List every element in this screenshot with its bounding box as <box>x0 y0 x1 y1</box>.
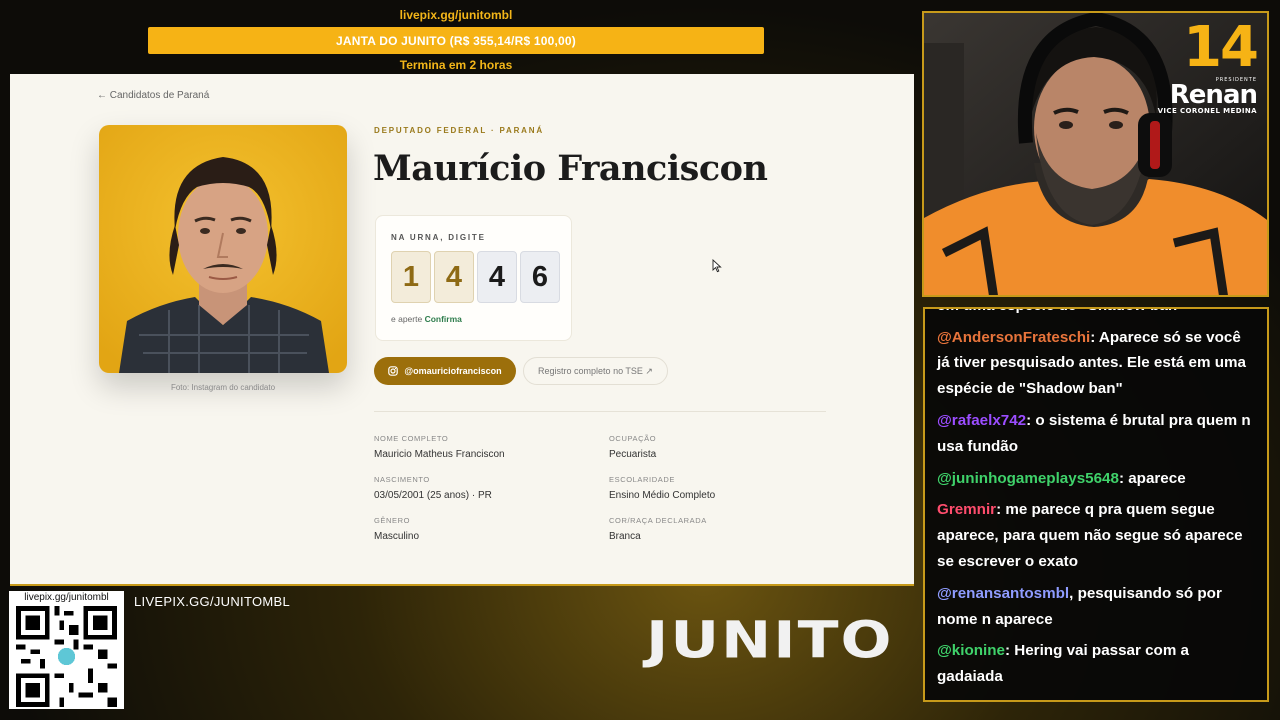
field-escolaridade: ESCOLARIDADE Ensino Médio Completo <box>609 475 715 501</box>
chat-message: @rafaelx742: o sistema é brutal pra quem… <box>937 408 1255 460</box>
field-label: ESCOLARIDADE <box>609 475 675 484</box>
ballot-digits: 1 4 4 6 <box>391 251 560 303</box>
mouse-cursor-icon <box>712 259 722 273</box>
field-label: GÊNERO <box>374 516 411 525</box>
ballot-card: NA URNA, DIGITE 1 4 4 6 e aperte Confirm… <box>375 215 572 341</box>
field-label: NASCIMENTO <box>374 475 430 484</box>
campaign-vice: VICE CORONEL MEDINA <box>1157 107 1257 115</box>
webcam-feed: 14 PRESIDENTE Renan VICE CORONEL MEDINA <box>922 11 1269 297</box>
chat-text: em uma espécie de "Shadow ban" <box>937 309 1184 314</box>
donation-goal-bar: JANTA DO JUNITO (R$ 355,14/R$ 100,00) <box>148 27 764 54</box>
ballot-digit: 4 <box>434 251 474 303</box>
field-nascimento: NASCIMENTO 03/05/2001 (25 anos) · PR <box>374 475 492 501</box>
candidate-photo <box>99 125 347 373</box>
ballot-digit: 1 <box>391 251 431 303</box>
back-link[interactable]: ← Candidatos de Paraná <box>97 90 209 101</box>
chat-username[interactable]: @rafaelx742 <box>937 412 1026 429</box>
campaign-number: 14 <box>1183 15 1259 80</box>
channel-logo: JUNITO <box>646 610 894 671</box>
candidate-name: Maurício Franciscon <box>373 148 768 189</box>
field-value: Pecuarista <box>609 449 657 460</box>
qr-url-label: livepix.gg/junitombl <box>24 592 109 603</box>
tse-registry-button[interactable]: Registro completo no TSE ↗ <box>523 357 668 385</box>
candidate-page: ← Candidatos de Paraná Foto: Instagram d… <box>10 74 914 586</box>
ballot-digit: 6 <box>520 251 560 303</box>
confirm-instruction: e aperte Confirma <box>391 314 462 324</box>
instagram-icon <box>388 366 399 376</box>
field-label: COR/RAÇA DECLARADA <box>609 516 707 525</box>
campaign-overlay: 14 PRESIDENTE Renan VICE CORONEL MEDINA <box>1157 15 1259 116</box>
field-value: 03/05/2001 (25 anos) · PR <box>374 490 492 501</box>
confirm-prefix: e aperte <box>391 314 423 324</box>
chat-message: @AndersonFrateschi: Aparece só se você j… <box>937 325 1255 402</box>
instagram-handle: @omauriciofranciscon <box>404 366 502 376</box>
confirm-word: Confirma <box>424 314 462 324</box>
chat-username[interactable]: Gremnir <box>937 501 996 518</box>
field-nome-completo: NOME COMPLETO Mauricio Matheus Francisco… <box>374 434 505 460</box>
chat-messages: em uma espécie de "Shadow ban" @AndersonF… <box>937 309 1255 690</box>
chat-message: @kionine: Hering vai passar com a gadaia… <box>937 638 1255 690</box>
chat-panel: em uma espécie de "Shadow ban" @AndersonF… <box>923 307 1269 702</box>
instagram-button[interactable]: @omauriciofranciscon <box>374 357 516 385</box>
chat-username[interactable]: @AndersonFrateschi <box>937 329 1090 346</box>
field-value: Ensino Médio Completo <box>609 490 716 501</box>
field-label: NOME COMPLETO <box>374 434 449 443</box>
candidate-role: DEPUTADO FEDERAL · PARANÁ <box>374 126 544 135</box>
chat-username[interactable]: @juninhogameplays5648 <box>937 470 1119 487</box>
field-value: Mauricio Matheus Franciscon <box>374 449 505 460</box>
ballot-digit: 4 <box>477 251 517 303</box>
ballot-label: NA URNA, DIGITE <box>391 233 486 242</box>
campaign-name: Renan <box>1169 80 1258 110</box>
section-divider <box>374 411 826 412</box>
chat-username[interactable]: @renansantosmbl <box>937 585 1069 602</box>
field-ocupacao: OCUPAÇÃO Pecuarista <box>609 434 656 460</box>
photo-credit: Foto: Instagram do candidato <box>170 383 276 392</box>
chat-text: : aparece <box>1118 469 1186 487</box>
chat-message: Gremnir: me parece q pra quem segue apar… <box>937 497 1255 574</box>
donation-ends-text: Termina em 2 horas <box>399 58 513 72</box>
field-value: Branca <box>609 531 641 542</box>
field-cor-raca: COR/RAÇA DECLARADA Branca <box>609 516 707 542</box>
qr-code-icon <box>16 606 117 707</box>
field-genero: GÊNERO Masculino <box>374 516 419 542</box>
field-label: OCUPAÇÃO <box>609 434 657 443</box>
field-value: Masculino <box>374 531 420 542</box>
chat-username[interactable]: @kionine <box>937 642 1005 659</box>
footer-donation-link: LIVEPIX.GG/JUNITOMBL <box>134 594 291 609</box>
chat-message: @renansantosmbl, pesquisando só por nome… <box>937 581 1255 633</box>
qr-code-card: livepix.gg/junitombl <box>9 591 124 709</box>
chat-message: @juninhogameplays5648: aparece <box>937 466 1255 492</box>
donation-link: livepix.gg/junitombl <box>399 8 513 22</box>
chat-message: em uma espécie de "Shadow ban" <box>937 309 1255 319</box>
